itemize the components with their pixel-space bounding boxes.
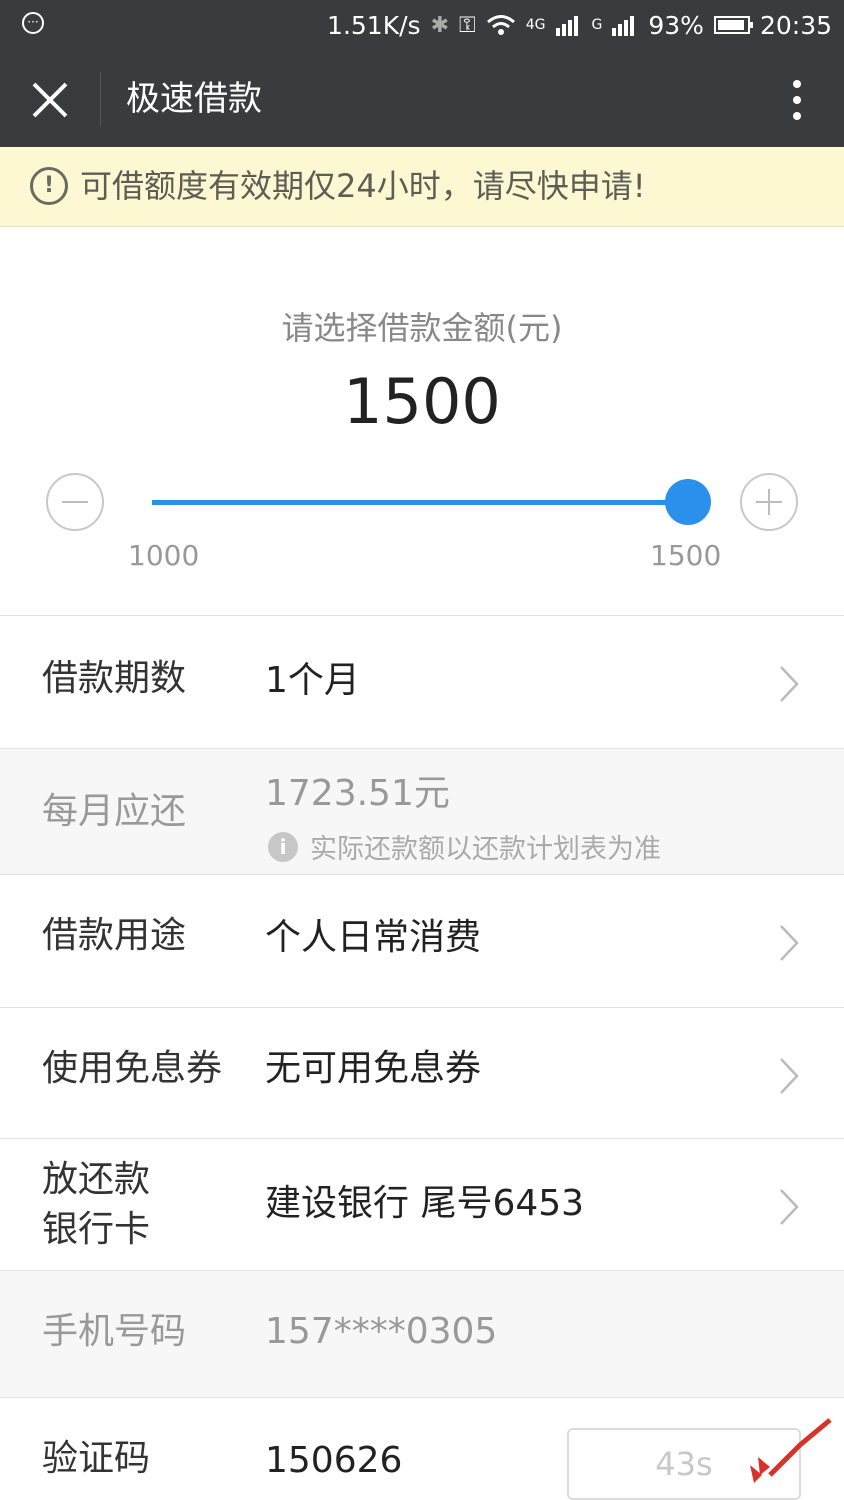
nav-bar: 极速借款: [0, 50, 844, 147]
monthly-note: i 实际还款额以还款计划表为准: [268, 827, 661, 866]
coupon-label: 使用免息券: [42, 1048, 223, 1089]
amount-min: 1000: [128, 539, 200, 572]
term-value: 1个月: [265, 660, 360, 701]
status-bar: ··· 1.51K/s ✱ ⚿ 4G G 93% 20:35: [0, 0, 844, 50]
wifi-icon: [486, 15, 515, 35]
row-phone: 手机号码 157****0305: [0, 1271, 844, 1398]
code-input[interactable]: 150626: [265, 1438, 402, 1484]
amount-selector: 请选择借款金额(元) 1500 1000 1500: [0, 227, 844, 616]
plus-button[interactable]: [740, 473, 798, 531]
purpose-label: 借款用途: [42, 915, 187, 956]
term-label: 借款期数: [42, 658, 187, 699]
nav-divider: [100, 72, 101, 126]
signal-icon-2: [612, 16, 635, 36]
warning-icon: !: [30, 167, 68, 205]
network-type-g: G: [591, 17, 603, 33]
monthly-value: 1723.51元: [265, 773, 450, 814]
amount-value: 1500: [343, 365, 501, 438]
bank-label-line2: 银行卡: [42, 1209, 151, 1250]
row-purpose[interactable]: 借款用途 个人日常消费: [0, 875, 844, 1008]
row-verify-code: 验证码 150626 43s: [0, 1398, 844, 1500]
plus-icon-vertical: [768, 489, 770, 515]
network-type-4g: 4G: [525, 17, 546, 33]
battery-percent: 93%: [648, 10, 704, 40]
row-coupon[interactable]: 使用免息券 无可用免息券: [0, 1008, 844, 1139]
phone-label: 手机号码: [42, 1311, 187, 1352]
row-term[interactable]: 借款期数 1个月: [0, 616, 844, 749]
network-speed: 1.51K/s: [327, 10, 421, 40]
notice-text: 可借额度有效期仅24小时，请尽快申请!: [80, 167, 646, 205]
key-icon: ⚿: [459, 12, 476, 38]
coupon-value: 无可用免息券: [265, 1048, 482, 1089]
info-icon: i: [268, 831, 298, 862]
chat-bubble-icon: ···: [22, 12, 44, 34]
page-title: 极速借款: [126, 79, 262, 119]
phone-value: 157****0305: [265, 1311, 498, 1352]
minus-icon: [62, 501, 88, 503]
amount-slider-fill: [152, 500, 688, 505]
bank-value: 建设银行 尾号6453: [265, 1183, 585, 1224]
minus-button[interactable]: [46, 473, 104, 531]
more-icon[interactable]: [790, 78, 804, 122]
bank-label-line1: 放还款: [42, 1159, 151, 1200]
battery-icon: [713, 16, 753, 34]
chevron-right-icon: [780, 1189, 799, 1225]
purpose-value: 个人日常消费: [265, 917, 482, 958]
chevron-right-icon: [780, 925, 799, 961]
monthly-note-text: 实际还款额以还款计划表为准: [310, 834, 661, 865]
close-icon[interactable]: [30, 80, 70, 120]
chevron-right-icon: [780, 1058, 799, 1094]
amount-max: 1500: [650, 539, 722, 572]
row-bank-card[interactable]: 放还款 银行卡 建设银行 尾号6453: [0, 1139, 844, 1271]
notice-banner: ! 可借额度有效期仅24小时，请尽快申请!: [0, 147, 844, 227]
clock: 20:35: [759, 10, 832, 40]
chevron-right-icon: [780, 666, 799, 702]
code-label: 验证码: [42, 1438, 151, 1479]
bluetooth-icon: ✱: [430, 12, 449, 38]
row-monthly: 每月应还 1723.51元 i 实际还款额以还款计划表为准: [0, 749, 844, 875]
amount-slider-handle[interactable]: [665, 479, 711, 525]
status-right: 1.51K/s ✱ ⚿ 4G G 93% 20:35: [327, 8, 832, 42]
watermark-logo: [750, 1418, 832, 1483]
amount-label: 请选择借款金额(元): [281, 309, 563, 347]
signal-icon: [555, 16, 578, 36]
monthly-label: 每月应还: [42, 791, 187, 832]
amount-slider-track[interactable]: [152, 500, 688, 505]
